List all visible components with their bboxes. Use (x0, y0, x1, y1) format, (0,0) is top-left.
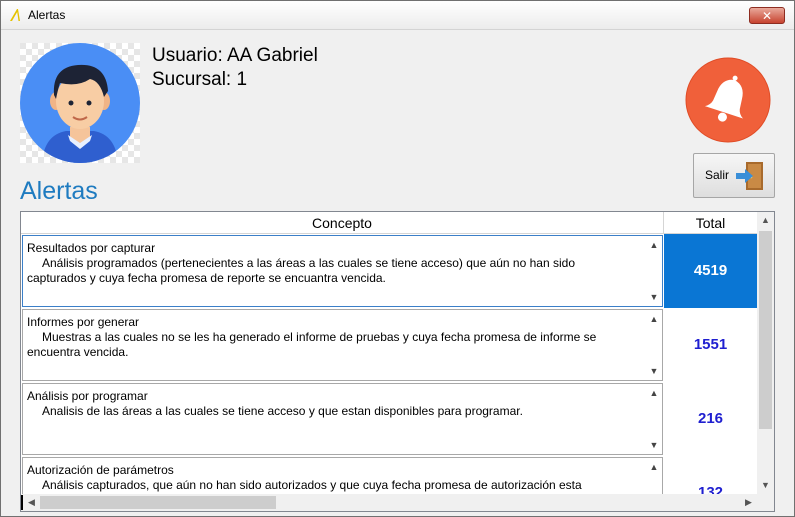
column-header-total[interactable]: Total (664, 212, 757, 234)
alert-title: Resultados por capturar (27, 241, 156, 255)
scroll-left-icon[interactable]: ◀ (23, 494, 40, 511)
concept-cell[interactable]: Informes por generar Muestras a las cual… (22, 309, 663, 381)
app-logo-icon (10, 9, 20, 21)
total-cell[interactable]: 216 (664, 382, 757, 456)
alert-title: Informes por generar (27, 315, 140, 329)
chevron-up-icon[interactable]: ▲ (646, 460, 662, 474)
alerts-table: Concepto Total Resultados por capturar A… (20, 211, 775, 512)
window-title: Alertas (28, 8, 66, 22)
horizontal-scrollbar[interactable]: ◀ ▶ (21, 494, 757, 511)
chevron-down-icon[interactable]: ▼ (646, 364, 662, 378)
scroll-up-icon[interactable]: ▲ (757, 212, 774, 229)
scroll-down-icon[interactable]: ▼ (757, 477, 774, 494)
total-cell[interactable]: 1551 (664, 308, 757, 382)
vertical-scroll-thumb[interactable] (759, 231, 772, 429)
chevron-down-icon[interactable]: ▼ (646, 438, 662, 452)
scroll-right-icon[interactable]: ▶ (740, 494, 757, 511)
horizontal-scroll-thumb[interactable] (40, 496, 276, 509)
branch-label: Sucursal: 1 (152, 69, 248, 90)
alert-description: Análisis programados (pertenecientes a l… (27, 256, 575, 285)
cell-scrollbar[interactable]: ▲ ▼ (646, 236, 662, 306)
alert-description: Muestras a las cuales no se les ha gener… (27, 330, 597, 359)
vertical-scrollbar[interactable]: ▲ ▼ (757, 212, 774, 494)
close-button[interactable]: ✕ (749, 7, 785, 24)
table-row[interactable]: Resultados por capturar Análisis program… (21, 234, 757, 308)
alert-title: Análisis por programar (27, 389, 148, 403)
concept-cell[interactable]: Resultados por capturar Análisis program… (22, 235, 663, 307)
scrollbar-corner (757, 494, 774, 511)
chevron-up-icon[interactable]: ▲ (646, 312, 662, 326)
alert-description: Análisis capturados, que aún no han sido… (42, 478, 582, 492)
user-avatar (20, 43, 140, 163)
exit-button-label: Salir (705, 168, 730, 182)
total-cell[interactable]: 4519 (664, 234, 757, 308)
alert-description: Analisis de las áreas a las cuales se ti… (42, 404, 523, 418)
notifications-button[interactable] (685, 57, 771, 143)
user-label: Usuario: AA Gabriel (152, 45, 318, 66)
alert-title: Autorización de parámetros (27, 463, 174, 477)
table-row[interactable]: Análisis por programar Analisis de las á… (21, 382, 757, 456)
table-row[interactable]: Informes por generar Muestras a las cual… (21, 308, 757, 382)
title-bar: Alertas ✕ (1, 1, 794, 30)
chevron-up-icon[interactable]: ▲ (646, 386, 662, 400)
cell-scrollbar[interactable]: ▲ ▼ (646, 310, 662, 380)
chevron-up-icon[interactable]: ▲ (646, 238, 662, 252)
exit-door-icon (736, 162, 763, 190)
chevron-down-icon[interactable]: ▼ (646, 290, 662, 304)
concept-cell[interactable]: Análisis por programar Analisis de las á… (22, 383, 663, 455)
column-header-concepto[interactable]: Concepto (21, 212, 664, 234)
section-title: Alertas (20, 177, 98, 205)
exit-button[interactable]: Salir (693, 153, 775, 198)
alerts-window: Alertas ✕ Usuario: AA Gabriel Sucursal: … (0, 0, 795, 517)
cell-scrollbar[interactable]: ▲ ▼ (646, 384, 662, 454)
